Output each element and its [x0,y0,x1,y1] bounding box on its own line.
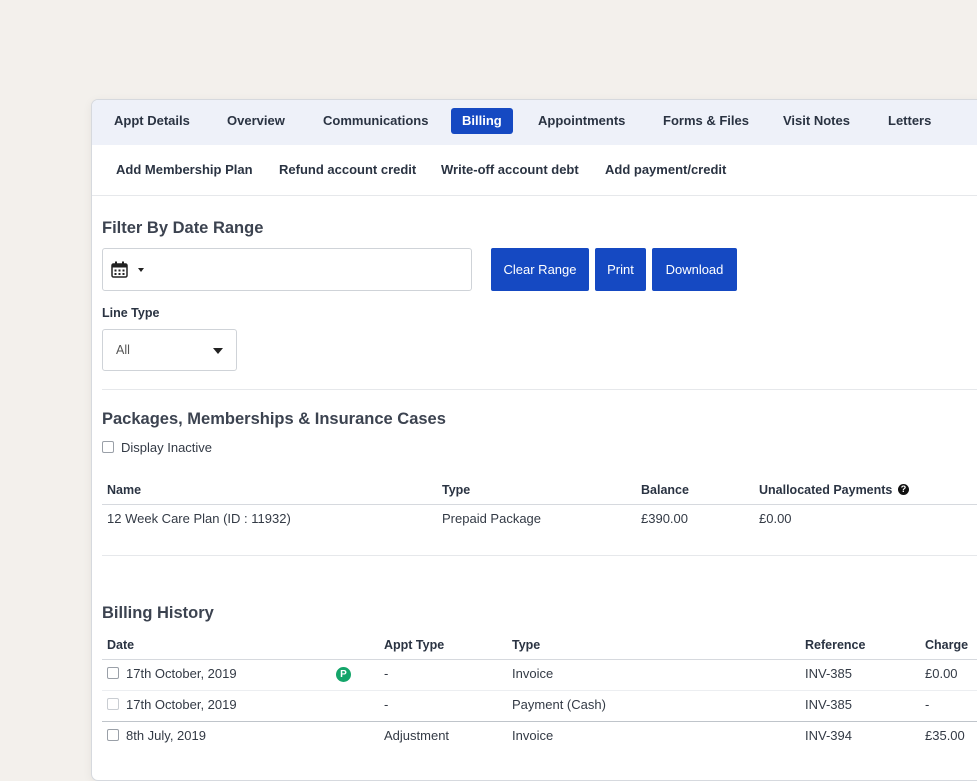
billing-actions-bar: Add Membership Plan Refund account credi… [92,145,977,196]
row-checkbox[interactable] [107,729,119,741]
tab-visit-notes[interactable]: Visit Notes [783,108,850,134]
chevron-down-icon[interactable] [138,268,144,272]
col-name: Name [107,483,142,497]
row-type: Invoice [512,728,554,743]
write-off-account-debt-link[interactable]: Write-off account debt [441,162,579,177]
tab-billing[interactable]: Billing [451,108,513,134]
tab-bar: Appt Details Overview Communications Bil… [92,100,977,145]
filter-title: Filter By Date Range [102,219,264,237]
refund-account-credit-link[interactable]: Refund account credit [279,162,416,177]
tab-appt-details[interactable]: Appt Details [114,108,190,134]
row-checkbox[interactable] [107,667,119,679]
col-type: Type [512,638,541,652]
section-divider [102,389,977,390]
display-inactive-checkbox[interactable] [102,441,114,453]
row-appt-type: - [384,666,389,681]
chevron-down-icon [213,348,223,354]
col-balance: Balance [641,483,689,497]
clear-range-button[interactable]: Clear Range [491,248,589,291]
section-divider [102,555,977,556]
display-inactive-label: Display Inactive [121,440,213,455]
row-type: Invoice [512,666,554,681]
row-charge: £0.00 [925,666,958,681]
col-reference: Reference [805,638,866,652]
row-reference: INV-394 [805,728,852,743]
row-reference: INV-385 [805,666,852,681]
tab-communications[interactable]: Communications [323,108,428,134]
tab-letters[interactable]: Letters [888,108,931,134]
tab-overview[interactable]: Overview [227,108,285,134]
date-range-input[interactable] [102,248,472,291]
table-header-divider [102,504,977,505]
p-badge-icon: P [336,667,351,682]
package-name: 12 Week Care Plan (ID : 11932) [107,511,291,526]
row-date: 17th October, 2019 [126,697,237,712]
line-type-select[interactable]: All [102,329,237,371]
package-type: Prepaid Package [442,511,542,526]
download-button[interactable]: Download [652,248,737,291]
line-type-label: Line Type [102,306,160,320]
add-membership-plan-link[interactable]: Add Membership Plan [116,162,253,177]
col-type: Type [442,483,471,497]
billing-history-title: Billing History [102,604,214,622]
row-type: Payment (Cash) [512,697,606,712]
tab-forms-files[interactable]: Forms & Files [663,108,749,134]
add-payment-credit-link[interactable]: Add payment/credit [605,162,726,177]
row-appt-type: - [384,697,389,712]
tab-appointments[interactable]: Appointments [538,108,625,134]
row-divider [102,721,977,722]
calendar-icon [111,261,128,278]
table-header-divider [102,659,977,660]
col-appt-type: Appt Type [384,638,445,652]
row-charge: - [925,697,930,712]
col-charge: Charge [925,638,969,652]
packages-title: Packages, Memberships & Insurance Cases [102,410,446,428]
row-checkbox[interactable] [107,698,119,710]
row-date: 17th October, 2019 [126,666,237,681]
row-reference: INV-385 [805,697,852,712]
question-circle-icon[interactable]: ? [898,484,909,495]
package-balance: £390.00 [641,511,688,526]
row-date: 8th July, 2019 [126,728,206,743]
package-unallocated: £0.00 [759,511,792,526]
row-charge: £35.00 [925,728,965,743]
billing-panel: Appt Details Overview Communications Bil… [91,99,977,781]
line-type-value: All [116,343,130,357]
row-divider [102,690,977,691]
col-date: Date [107,638,135,652]
print-button[interactable]: Print [595,248,646,291]
col-unallocated-payments: Unallocated Payments [759,483,893,497]
row-appt-type: Adjustment [384,728,450,743]
